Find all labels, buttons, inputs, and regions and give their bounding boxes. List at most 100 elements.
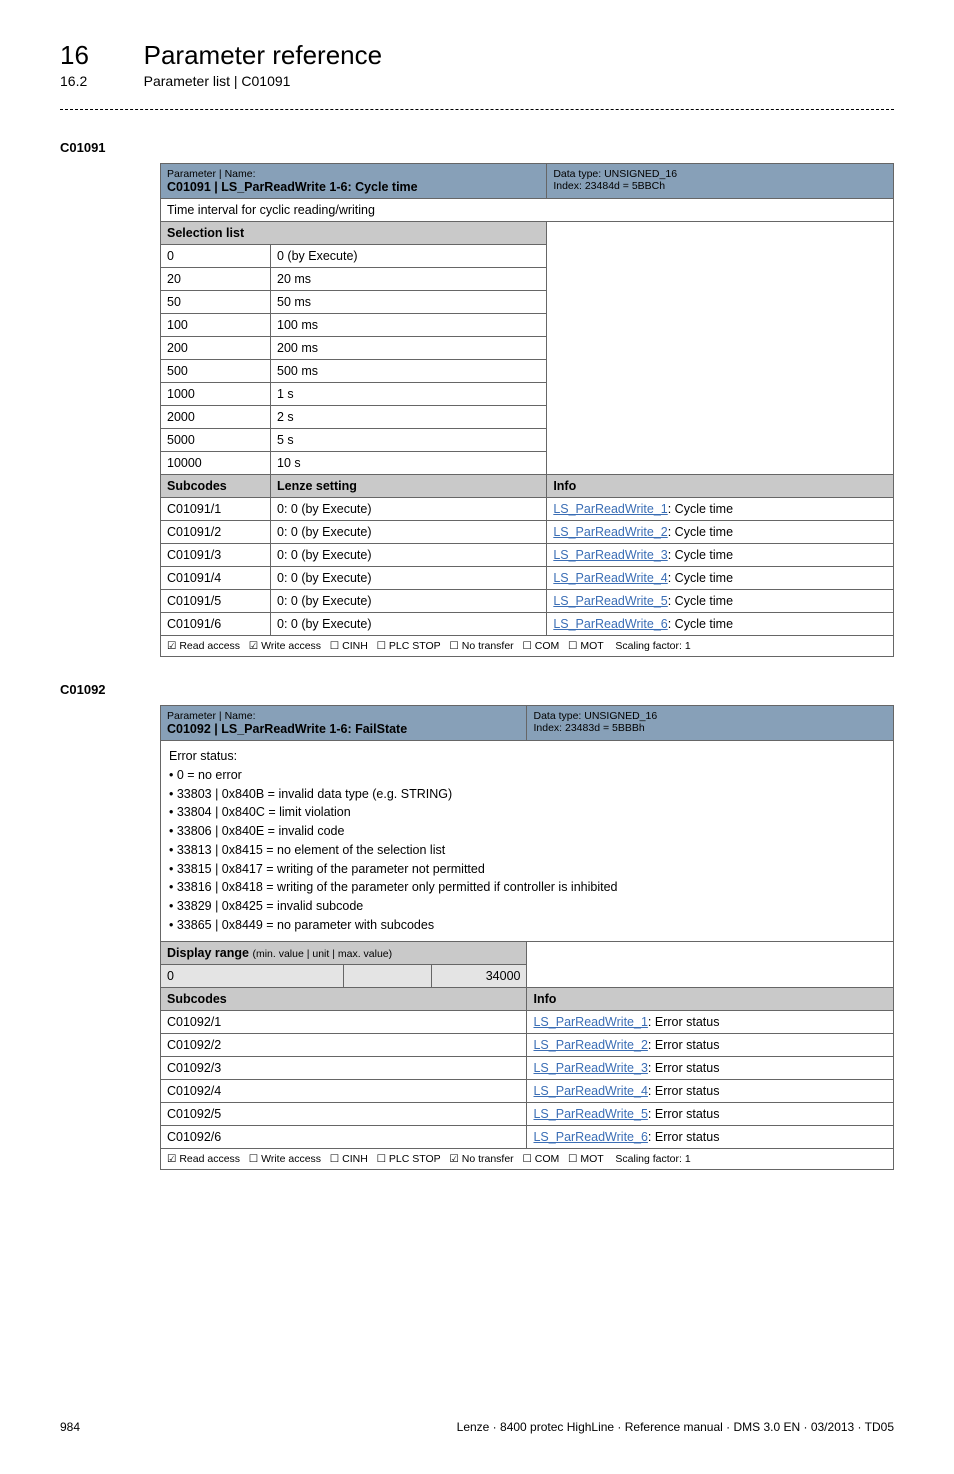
info-link[interactable]: LS_ParReadWrite_3 xyxy=(533,1061,647,1075)
access-mot: ☐ MOT xyxy=(568,640,604,652)
param-code-c01092: C01092 xyxy=(60,682,894,697)
info-suffix: : Error status xyxy=(648,1107,720,1121)
sel-val: 10000 xyxy=(161,452,271,475)
info-link[interactable]: LS_ParReadWrite_6 xyxy=(553,617,667,631)
desc-line: • 33829 | 0x8425 = invalid subcode xyxy=(169,897,885,916)
subcode: C01092/6 xyxy=(161,1125,527,1148)
info-link[interactable]: LS_ParReadWrite_3 xyxy=(553,548,667,562)
access-notransfer: ☐ No transfer xyxy=(449,640,513,652)
access-com: ☐ COM xyxy=(522,640,559,652)
access-read: ☑ Read access xyxy=(167,640,240,652)
subcode: C01091/1 xyxy=(161,498,271,521)
empty-cell xyxy=(527,941,894,964)
desc: Error status: • 0 = no error • 33803 | 0… xyxy=(161,741,894,942)
info-link[interactable]: LS_ParReadWrite_2 xyxy=(533,1038,647,1052)
empty-cell xyxy=(527,964,894,987)
desc-line: • 33816 | 0x8418 = writing of the parame… xyxy=(169,878,885,897)
access-notransfer: ☑ No transfer xyxy=(449,1153,513,1165)
sel-val: 1000 xyxy=(161,383,271,406)
chapter-title: Parameter reference xyxy=(144,40,382,70)
hdr-datatype: Data type: UNSIGNED_16 xyxy=(533,710,887,722)
info-suffix: : Error status xyxy=(648,1038,720,1052)
sel-text: 100 ms xyxy=(271,314,547,337)
desc-line: • 33813 | 0x8415 = no element of the sel… xyxy=(169,841,885,860)
info-suffix: : Error status xyxy=(648,1061,720,1075)
sel-val: 500 xyxy=(161,360,271,383)
info-suffix: : Cycle time xyxy=(668,617,733,631)
section-title: Parameter list | C01091 xyxy=(144,73,291,89)
info-link[interactable]: LS_ParReadWrite_1 xyxy=(533,1015,647,1029)
col-info: Info xyxy=(527,987,894,1010)
sel-text: 500 ms xyxy=(271,360,547,383)
desc-line: • 0 = no error xyxy=(169,766,885,785)
desc-line: • 33815 | 0x8417 = writing of the parame… xyxy=(169,860,885,879)
dr-max: 34000 xyxy=(432,964,527,987)
info-suffix: : Error status xyxy=(648,1084,720,1098)
lenze-setting: 0: 0 (by Execute) xyxy=(271,567,547,590)
sel-text: 20 ms xyxy=(271,268,547,291)
access-write: ☐ Write access xyxy=(249,1153,321,1165)
sel-val: 50 xyxy=(161,291,271,314)
info-link[interactable]: LS_ParReadWrite_2 xyxy=(553,525,667,539)
sel-text: 0 (by Execute) xyxy=(271,245,547,268)
hdr-name: C01091 | LS_ParReadWrite 1-6: Cycle time xyxy=(167,180,540,194)
subcode: C01092/3 xyxy=(161,1056,527,1079)
lenze-setting: 0: 0 (by Execute) xyxy=(271,544,547,567)
access-mot: ☐ MOT xyxy=(568,1153,604,1165)
info-suffix: : Cycle time xyxy=(668,594,733,608)
info-suffix: : Error status xyxy=(648,1015,720,1029)
access-cinh: ☐ CINH xyxy=(330,640,368,652)
access-read: ☑ Read access xyxy=(167,1153,240,1165)
info-suffix: : Error status xyxy=(648,1130,720,1144)
hdr-label: Parameter | Name: xyxy=(167,710,520,722)
subcode: C01092/1 xyxy=(161,1010,527,1033)
page-footer: 984 Lenze · 8400 protec HighLine · Refer… xyxy=(60,1420,894,1434)
desc-line: Error status: xyxy=(169,747,885,766)
lenze-setting: 0: 0 (by Execute) xyxy=(271,498,547,521)
info-suffix: : Cycle time xyxy=(668,548,733,562)
section-number: 16.2 xyxy=(60,73,140,89)
sel-val: 0 xyxy=(161,245,271,268)
sel-text: 200 ms xyxy=(271,337,547,360)
desc-line: • 33865 | 0x8449 = no parameter with sub… xyxy=(169,916,885,935)
sel-val: 2000 xyxy=(161,406,271,429)
access-write: ☑ Write access xyxy=(249,640,321,652)
sel-val: 100 xyxy=(161,314,271,337)
col-lenze: Lenze setting xyxy=(271,475,547,498)
col-info: Info xyxy=(547,475,894,498)
col-subcodes: Subcodes xyxy=(161,987,527,1010)
chapter-number: 16 xyxy=(60,40,140,71)
page-number: 984 xyxy=(60,1420,80,1434)
info-link[interactable]: LS_ParReadWrite_4 xyxy=(533,1084,647,1098)
empty-cell xyxy=(547,222,894,245)
subcode: C01092/2 xyxy=(161,1033,527,1056)
access-row: ☑ Read access ☑ Write access ☐ CINH ☐ PL… xyxy=(161,636,894,657)
sel-text: 50 ms xyxy=(271,291,547,314)
hdr-datatype: Data type: UNSIGNED_16 xyxy=(553,168,887,180)
desc-line: • 33804 | 0x840C = limit violation xyxy=(169,803,885,822)
sel-text: 10 s xyxy=(271,452,547,475)
sel-val: 5000 xyxy=(161,429,271,452)
display-range-sub: (min. value | unit | max. value) xyxy=(252,948,392,960)
subcode: C01091/5 xyxy=(161,590,271,613)
table-c01091: Parameter | Name: C01091 | LS_ParReadWri… xyxy=(160,163,894,657)
subcode: C01091/3 xyxy=(161,544,271,567)
page-header: 16 Parameter reference 16.2 Parameter li… xyxy=(60,40,894,89)
access-row: ☑ Read access ☐ Write access ☐ CINH ☐ PL… xyxy=(161,1148,894,1169)
access-scale: Scaling factor: 1 xyxy=(615,1153,690,1165)
param-block-c01092: Parameter | Name: C01092 | LS_ParReadWri… xyxy=(160,705,894,1170)
desc-line: • 33803 | 0x840B = invalid data type (e.… xyxy=(169,785,885,804)
hdr-index: Index: 23483d = 5BBBh xyxy=(533,722,887,734)
table-c01092: Parameter | Name: C01092 | LS_ParReadWri… xyxy=(160,705,894,1170)
hdr-label: Parameter | Name: xyxy=(167,168,540,180)
info-link[interactable]: LS_ParReadWrite_6 xyxy=(533,1130,647,1144)
info-link[interactable]: LS_ParReadWrite_5 xyxy=(553,594,667,608)
info-link[interactable]: LS_ParReadWrite_5 xyxy=(533,1107,647,1121)
dr-min: 0 xyxy=(161,964,344,987)
info-link[interactable]: LS_ParReadWrite_4 xyxy=(553,571,667,585)
display-range-label: Display range xyxy=(167,946,249,960)
info-link[interactable]: LS_ParReadWrite_1 xyxy=(553,502,667,516)
desc: Time interval for cyclic reading/writing xyxy=(161,199,894,222)
hdr-name: C01092 | LS_ParReadWrite 1-6: FailState xyxy=(167,722,520,736)
display-range-header: Display range (min. value | unit | max. … xyxy=(161,941,527,964)
